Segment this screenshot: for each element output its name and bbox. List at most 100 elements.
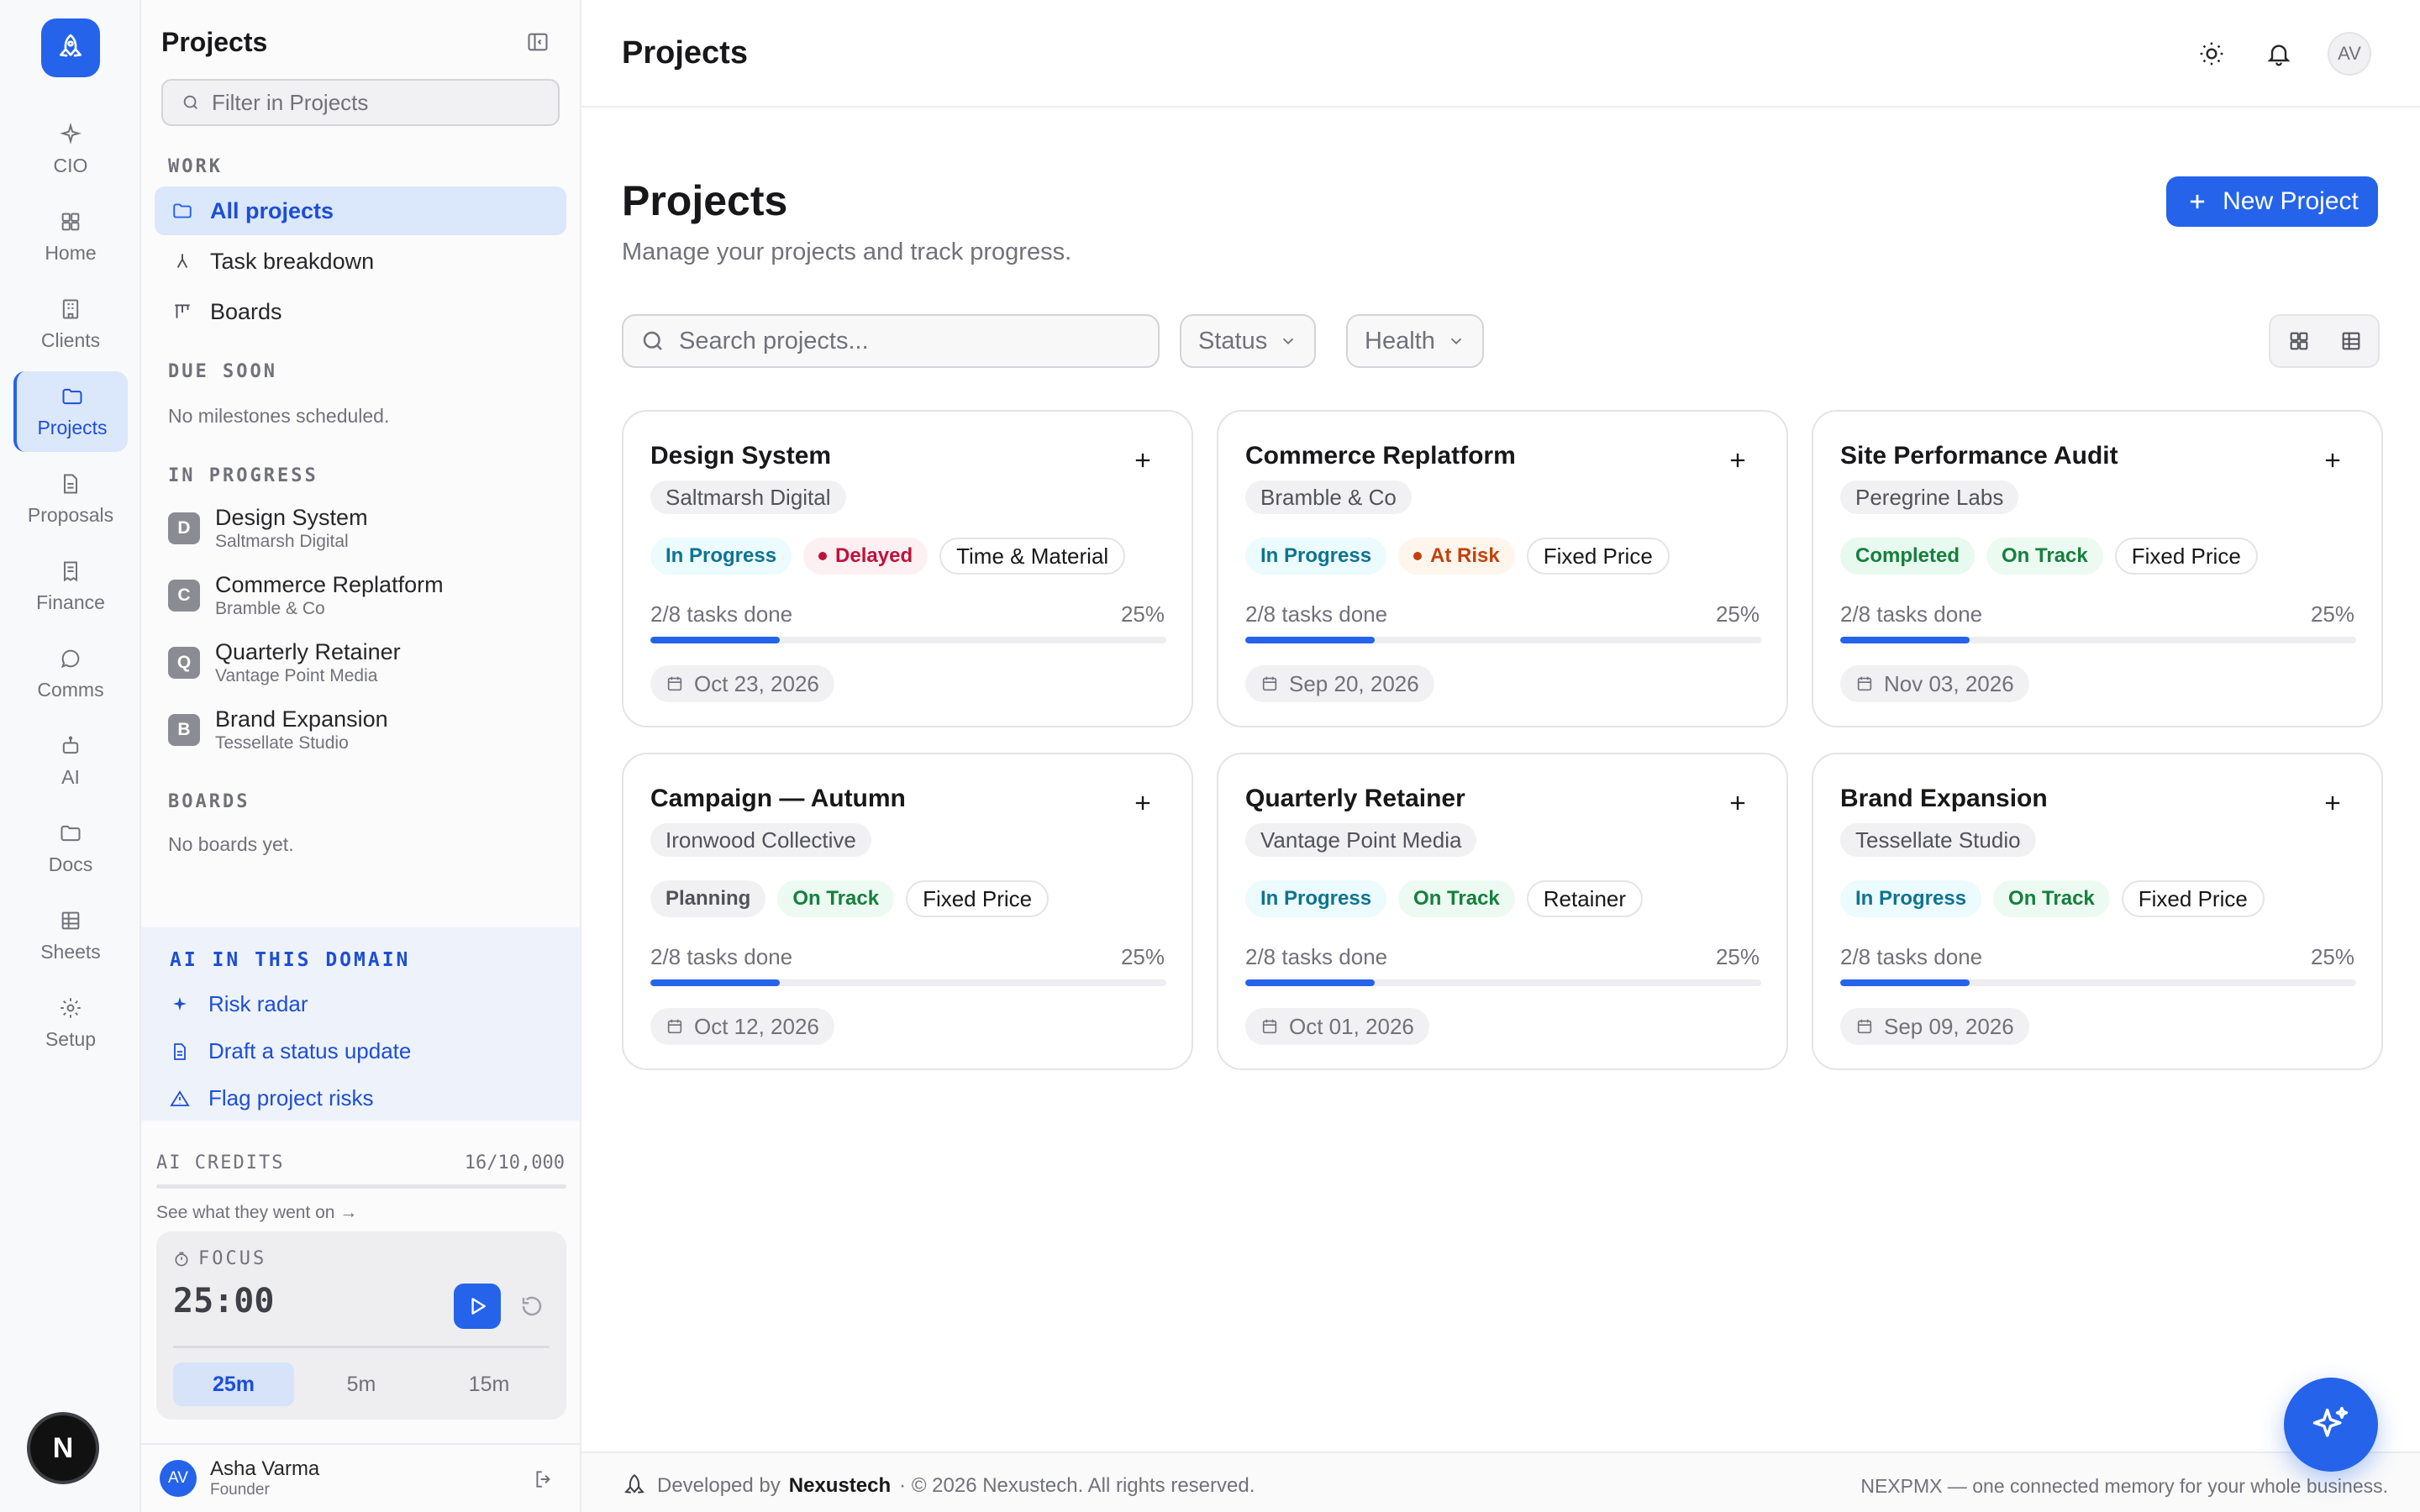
table-icon: [61, 911, 80, 929]
project-card[interactable]: Campaign — Autumn Ironwood Collective Plan…: [622, 753, 1193, 1070]
tasks-done: 2/8 tasks done: [1840, 944, 1983, 969]
rail-item-cio[interactable]: CIO: [13, 109, 128, 190]
user-profile[interactable]: AV Asha Varma Founder: [141, 1443, 580, 1512]
document-icon: [174, 1042, 186, 1060]
plus-icon[interactable]: [2321, 791, 2344, 815]
app-logo[interactable]: [41, 18, 100, 77]
rail-item-projects[interactable]: Projects: [13, 371, 128, 452]
sidebar-project-design-system[interactable]: D Design System Saltmarsh Digital: [168, 504, 368, 553]
health-filter-dropdown[interactable]: Health: [1346, 314, 1484, 368]
client-badge: Ironwood Collective: [650, 823, 871, 857]
rail-item-finance[interactable]: Finance: [13, 546, 128, 627]
health-label: On Track: [1413, 887, 1500, 910]
sparkle-icon: [173, 996, 187, 1011]
search-input[interactable]: Search projects...: [622, 314, 1160, 368]
focus-play-button[interactable]: [454, 1284, 501, 1329]
collapse-sidebar-icon[interactable]: [526, 30, 550, 54]
projects-sidebar: Projects Filter in Projects WORK All pro…: [141, 0, 581, 1512]
reset-icon[interactable]: [519, 1294, 544, 1319]
rail-item-label: Proposals: [27, 503, 114, 526]
ai-link-flag-risks[interactable]: Flag project risks: [170, 1085, 374, 1111]
project-client: Tessellate Studio: [215, 733, 349, 753]
progress-bar-fill: [1840, 637, 1970, 643]
due-date: Nov 03, 2026: [1884, 670, 2014, 696]
sidebar-item-task-breakdown[interactable]: Task breakdown: [155, 237, 566, 286]
footer-copyright: · © 2026 Nexustech. All rights reserved.: [899, 1474, 1255, 1497]
client-badge: Bramble & Co: [1245, 480, 1412, 514]
new-project-button[interactable]: New Project: [2166, 176, 2378, 227]
due-date: Sep 20, 2026: [1289, 670, 1419, 696]
project-card-title: Campaign — Autumn: [650, 785, 906, 812]
sidebar-project-quarterly-retainer[interactable]: Q Quarterly Retainer Vantage Point Media: [168, 638, 401, 687]
receipt-icon: [64, 561, 77, 581]
focus-option-15m[interactable]: 15m: [429, 1362, 550, 1406]
sidebar-project-brand-expansion[interactable]: B Brand Expansion Tessellate Studio: [168, 706, 388, 754]
plus-icon[interactable]: [1726, 449, 1749, 472]
sidebar-item-boards[interactable]: Boards: [155, 287, 566, 336]
project-card[interactable]: Brand Expansion Tessellate Studio In Progr…: [1812, 753, 2383, 1070]
ai-credits-value: 16/10,000: [464, 1152, 565, 1173]
ai-link-draft-status[interactable]: Draft a status update: [170, 1038, 411, 1064]
focus-option-25m[interactable]: 25m: [173, 1362, 294, 1406]
project-card[interactable]: Site Performance Audit Peregrine Labs Comp…: [1812, 410, 2383, 727]
sun-icon[interactable]: [2198, 40, 2225, 67]
ai-credits-link[interactable]: See what they went on →: [156, 1203, 357, 1223]
sidebar-item-all-projects[interactable]: All projects: [155, 186, 566, 235]
sidebar-filter-input[interactable]: Filter in Projects: [161, 79, 560, 126]
plus-icon[interactable]: [2321, 449, 2344, 472]
rail-item-ai[interactable]: AI: [13, 721, 128, 801]
rail-item-proposals[interactable]: Proposals: [13, 459, 128, 539]
calendar-icon: [667, 1019, 682, 1034]
plus-icon[interactable]: [1131, 449, 1155, 472]
rail-item-comms[interactable]: Comms: [13, 633, 128, 714]
project-avatar: B: [168, 714, 200, 746]
chevron-down-icon: [1283, 338, 1294, 345]
progress-bar: [1245, 979, 1761, 986]
due-date-badge: Oct 12, 2026: [650, 1008, 834, 1045]
status-filter-dropdown[interactable]: Status: [1180, 314, 1317, 368]
project-pills: In Progress At Risk Fixed Price: [1245, 538, 1670, 575]
kanban-icon: [175, 304, 190, 318]
focus-timer: FOCUS 25:00 25m 5m 15m: [156, 1231, 566, 1420]
rail-item-clients[interactable]: Clients: [13, 284, 128, 365]
health-dot: [1413, 552, 1423, 560]
status-badge: In Progress: [1245, 880, 1387, 917]
ai-assistant-button[interactable]: [2284, 1378, 2378, 1472]
project-card-title: Site Performance Audit: [1840, 442, 2118, 470]
focus-label: FOCUS: [198, 1248, 267, 1269]
project-card[interactable]: Quarterly Retainer Vantage Point Media In …: [1217, 753, 1788, 1070]
ai-link-risk-radar[interactable]: Risk radar: [170, 991, 308, 1017]
billing-badge: Fixed Price: [2121, 880, 2265, 917]
sidebar-item-label: Boards: [210, 298, 282, 324]
project-card[interactable]: Commerce Replatform Bramble & Co In Progre…: [1217, 410, 1788, 727]
health-badge: On Track: [1398, 880, 1515, 917]
plus-icon[interactable]: [1726, 791, 1749, 815]
sidebar-project-commerce-replatform[interactable]: C Commerce Replatform Bramble & Co: [168, 571, 444, 620]
bell-icon[interactable]: [2265, 40, 2292, 67]
footer-credit: Developed by Nexustech · © 2026 Nexustec…: [620, 1472, 1255, 1500]
view-toggle: [2269, 314, 2380, 368]
focus-option-5m[interactable]: 5m: [301, 1362, 422, 1406]
project-card[interactable]: Design System Saltmarsh Digital In Progres…: [622, 410, 1193, 727]
client-badge: Vantage Point Media: [1245, 823, 1477, 857]
progress-bar-fill: [650, 637, 780, 643]
play-icon: [471, 1298, 486, 1315]
footer-company[interactable]: Nexustech: [789, 1474, 891, 1498]
table-view-button[interactable]: [2329, 323, 2373, 360]
progress-percent: 25%: [1120, 944, 1165, 969]
rail-item-sheets[interactable]: Sheets: [13, 895, 128, 976]
plus-icon[interactable]: [1131, 791, 1155, 815]
ai-link-label: Draft a status update: [208, 1038, 412, 1063]
due-date-badge: Oct 23, 2026: [650, 665, 834, 702]
search-icon: [183, 95, 197, 109]
avatar[interactable]: AV: [2328, 32, 2371, 76]
rail-item-home[interactable]: Home: [13, 197, 128, 277]
grid-view-button[interactable]: [2277, 323, 2321, 360]
status-badge: Completed: [1840, 538, 1975, 575]
rail-item-setup[interactable]: Setup: [13, 983, 128, 1063]
rail-item-docs[interactable]: Docs: [13, 808, 128, 889]
gear-icon: [60, 997, 81, 1018]
workspace-badge[interactable]: N: [30, 1415, 96, 1481]
logout-icon[interactable]: [533, 1468, 555, 1490]
sidebar-filter-placeholder: Filter in Projects: [212, 89, 369, 115]
